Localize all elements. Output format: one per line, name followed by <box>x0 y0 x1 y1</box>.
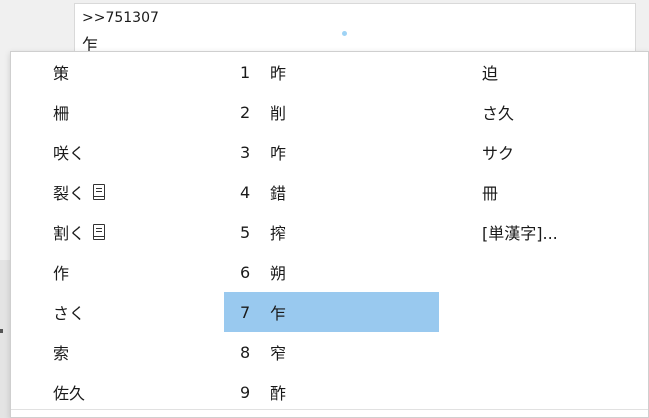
candidate-number: 4 <box>240 182 251 202</box>
candidate-left-1[interactable]: 策 <box>53 52 223 92</box>
candidate-right-1[interactable]: 迫 <box>482 52 642 92</box>
candidate-text: 索 <box>53 344 70 363</box>
background-caret <box>0 329 3 333</box>
candidate-text: さく <box>53 304 86 323</box>
candidate-left-9[interactable]: 佐久 <box>53 372 223 412</box>
candidate-number: 7 <box>240 302 251 322</box>
candidate-3[interactable]: 3咋 <box>224 132 439 172</box>
popup-footer-divider <box>11 409 648 410</box>
candidate-text: [単漢字]... <box>482 224 558 243</box>
candidate-number: 6 <box>240 262 251 282</box>
candidate-text: 策 <box>53 64 70 83</box>
candidate-text: 咲く <box>53 144 86 163</box>
candidate-text: 昨 <box>270 64 287 83</box>
candidate-text: 錯 <box>270 184 287 203</box>
candidate-number: 8 <box>240 342 251 362</box>
candidate-left-5[interactable]: 割く <box>53 212 223 252</box>
candidate-text: サク <box>482 144 515 163</box>
candidate-1[interactable]: 1昨 <box>224 52 439 92</box>
candidate-text: 裂く <box>53 184 86 203</box>
candidate-left-3[interactable]: 咲く <box>53 132 223 172</box>
candidate-number: 2 <box>240 102 251 122</box>
candidate-left-4[interactable]: 裂く <box>53 172 223 212</box>
candidate-number: 1 <box>240 62 251 82</box>
candidate-9[interactable]: 9酢 <box>224 372 439 412</box>
candidate-left-8[interactable]: 索 <box>53 332 223 372</box>
candidate-text: 柵 <box>53 104 70 123</box>
candidate-text: 酢 <box>270 384 287 403</box>
candidate-left-2[interactable]: 柵 <box>53 92 223 132</box>
candidate-text: 削 <box>270 104 287 123</box>
candidate-right-3[interactable]: サク <box>482 132 642 172</box>
candidate-text: 冊 <box>482 184 499 203</box>
candidate-left-6[interactable]: 作 <box>53 252 223 292</box>
candidate-text: 朔 <box>270 264 287 283</box>
candidate-right-4[interactable]: 冊 <box>482 172 642 212</box>
candidate-5[interactable]: 5搾 <box>224 212 439 252</box>
dictionary-icon[interactable] <box>93 224 106 240</box>
candidate-text: 作 <box>53 264 70 283</box>
candidate-text: 割く <box>53 224 86 243</box>
background-window-edge <box>0 260 10 418</box>
candidate-text: 乍 <box>270 304 287 323</box>
ime-candidate-window: 策 柵 咲く 裂く 割く 作 さく 索 佐久 1昨 2削 3咋 4錯 5搾 6朔… <box>10 51 649 418</box>
candidate-4[interactable]: 4錯 <box>224 172 439 212</box>
candidate-text: 咋 <box>270 144 287 163</box>
candidate-text: 窄 <box>270 344 287 363</box>
code-line: >>751307 <box>82 10 159 26</box>
single-kanji-mode-item[interactable]: [単漢字]... <box>482 212 642 252</box>
candidate-2[interactable]: 2削 <box>224 92 439 132</box>
candidate-7-selected[interactable]: 7乍 <box>224 292 439 332</box>
dictionary-icon[interactable] <box>93 184 106 200</box>
candidate-text: 迫 <box>482 64 499 83</box>
candidate-number: 3 <box>240 142 251 162</box>
candidate-text: 搾 <box>270 224 287 243</box>
candidate-text: 佐久 <box>53 384 86 403</box>
candidate-left-7[interactable]: さく <box>53 292 223 332</box>
candidate-number: 5 <box>240 222 251 242</box>
candidate-right-2[interactable]: さ久 <box>482 92 642 132</box>
candidate-6[interactable]: 6朔 <box>224 252 439 292</box>
cursor-dot <box>342 31 347 36</box>
candidate-text: さ久 <box>482 104 515 123</box>
candidate-8[interactable]: 8窄 <box>224 332 439 372</box>
candidate-number: 9 <box>240 382 251 402</box>
